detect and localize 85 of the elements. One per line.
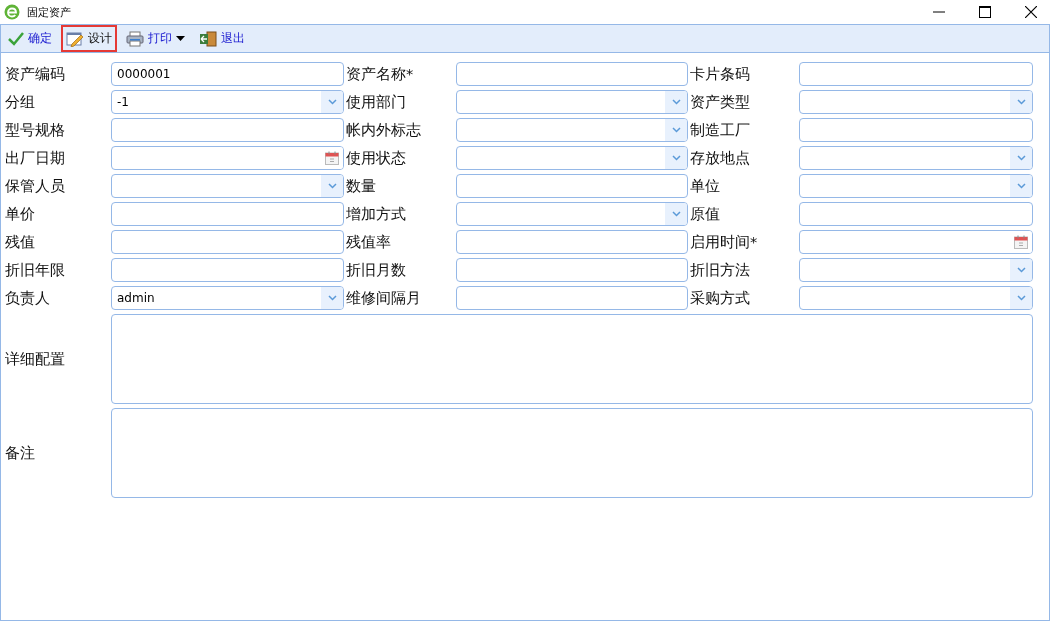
date-field[interactable] xyxy=(111,146,344,170)
input-field[interactable] xyxy=(111,230,344,254)
field-label: 保管人员 xyxy=(5,177,66,196)
caret-icon xyxy=(176,36,185,41)
chevron-down-icon xyxy=(671,127,681,133)
dropdown-field[interactable] xyxy=(799,258,1033,282)
input-field[interactable] xyxy=(456,230,688,254)
calendar-icon xyxy=(1014,235,1028,249)
dropdown-field[interactable] xyxy=(456,90,688,114)
input-field[interactable] xyxy=(799,62,1033,86)
maximize-icon[interactable] xyxy=(979,6,991,18)
input-field[interactable] xyxy=(799,202,1033,226)
dropdown-field[interactable] xyxy=(456,202,688,226)
dropdown-field[interactable]: -1 xyxy=(111,90,344,114)
field-label: 负责人 xyxy=(5,289,51,308)
field-label: 制造工厂 xyxy=(690,121,751,140)
pencil-note-icon xyxy=(66,30,84,47)
calendar-icon xyxy=(325,151,339,165)
chevron-down-icon xyxy=(1016,155,1026,161)
input-field[interactable] xyxy=(799,118,1033,142)
field-label: 分组 xyxy=(5,93,36,112)
chevron-down-icon xyxy=(671,155,681,161)
field-label: 折旧年限 xyxy=(5,261,66,280)
chevron-down-icon xyxy=(327,295,337,301)
input-field[interactable] xyxy=(111,258,344,282)
field-label: 维修间隔月 xyxy=(346,289,422,308)
field-label: 残值率 xyxy=(346,233,392,252)
dropdown-field[interactable] xyxy=(111,174,344,198)
chevron-down-icon xyxy=(327,99,337,105)
field-label: 残值 xyxy=(5,233,36,252)
dropdown-field[interactable] xyxy=(799,90,1033,114)
field-label: 资产编码 xyxy=(5,65,66,84)
window-title: 固定资产 xyxy=(27,4,71,20)
field-label: 详细配置 xyxy=(5,350,66,369)
check-icon xyxy=(8,31,24,46)
dropdown-field[interactable]: admin xyxy=(111,286,344,310)
field-label: 单价 xyxy=(5,205,36,224)
input-field[interactable] xyxy=(456,258,688,282)
app-logo-icon xyxy=(4,4,20,20)
toolbar-button[interactable]: 打印 xyxy=(121,25,190,52)
chevron-down-icon xyxy=(671,99,681,105)
field-label: 备注 xyxy=(5,444,36,463)
date-field[interactable] xyxy=(799,230,1033,254)
dropdown-field[interactable] xyxy=(799,146,1033,170)
door-exit-icon xyxy=(199,30,217,47)
field-label: 折旧月数 xyxy=(346,261,407,280)
input-field[interactable] xyxy=(111,118,344,142)
field-label: 单位 xyxy=(690,177,721,196)
input-field[interactable] xyxy=(456,174,688,198)
text-area[interactable] xyxy=(111,408,1033,498)
chevron-down-icon xyxy=(1016,267,1026,273)
close-icon[interactable] xyxy=(1025,6,1037,18)
field-label: 帐内外标志 xyxy=(346,121,422,140)
chevron-down-icon xyxy=(1016,99,1026,105)
field-label: 型号规格 xyxy=(5,121,66,140)
field-label: 折旧方法 xyxy=(690,261,751,280)
field-label: 出厂日期 xyxy=(5,149,66,168)
text-area[interactable] xyxy=(111,314,1033,404)
dropdown-field[interactable] xyxy=(456,118,688,142)
toolbar-button[interactable]: 确定 xyxy=(3,25,57,52)
toolbar-button[interactable]: 退出 xyxy=(194,25,250,52)
input-field[interactable] xyxy=(456,62,688,86)
field-label: 数量 xyxy=(346,177,377,196)
field-label: 启用时间* xyxy=(690,233,759,252)
input-field[interactable] xyxy=(456,286,688,310)
field-label: 使用状态 xyxy=(346,149,407,168)
chevron-down-icon xyxy=(327,183,337,189)
chevron-down-icon xyxy=(1016,183,1026,189)
field-label: 卡片条码 xyxy=(690,65,751,84)
field-label: 增加方式 xyxy=(346,205,407,224)
field-label: 采购方式 xyxy=(690,289,751,308)
field-label: 资产类型 xyxy=(690,93,751,112)
printer-icon xyxy=(126,30,144,47)
dropdown-field[interactable] xyxy=(456,146,688,170)
field-label: 资产名称* xyxy=(346,65,415,84)
chevron-down-icon xyxy=(671,211,681,217)
field-label: 使用部门 xyxy=(346,93,407,112)
toolbar-button[interactable]: 设计 xyxy=(61,25,117,52)
dropdown-field[interactable] xyxy=(799,174,1033,198)
field-label: 存放地点 xyxy=(690,149,751,168)
input-field[interactable] xyxy=(111,202,344,226)
field-label: 原值 xyxy=(690,205,721,224)
chevron-down-icon xyxy=(1016,295,1026,301)
input-field[interactable]: 0000001 xyxy=(111,62,344,86)
dropdown-field[interactable] xyxy=(799,286,1033,310)
